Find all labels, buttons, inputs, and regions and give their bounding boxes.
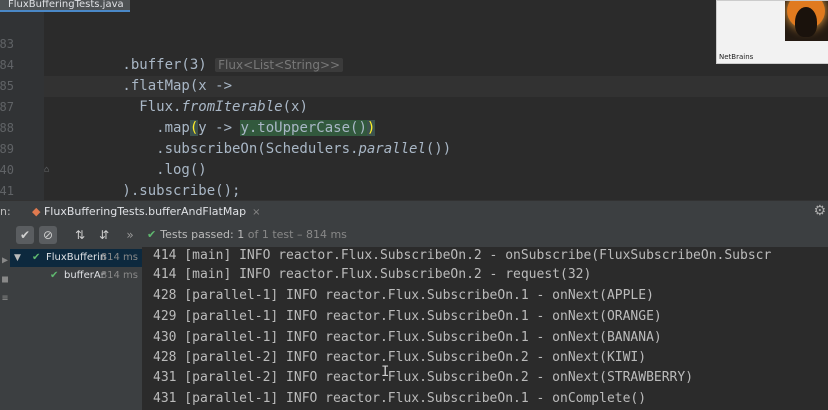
test-tree: ▼ ✔ FluxBufferin 814 ms ✔ bufferAr 814 m… — [10, 247, 142, 410]
status-count: 1 — [237, 228, 245, 241]
side-tool-strip: ▶ ■ ≡ — [0, 247, 10, 410]
code-text: ).subscribe(); — [55, 183, 241, 199]
check-icon: ✔ — [50, 270, 59, 281]
code-method-italic: parallel — [358, 141, 426, 157]
sort-alphabetically-button[interactable]: ⇅ — [71, 226, 89, 244]
log-line: 431 [parallel-1] INFO reactor.Flux.Subsc… — [153, 391, 647, 406]
test-tree-item[interactable]: ✔ bufferAr 814 ms — [10, 267, 142, 285]
rerun-icon[interactable]: ▶ — [0, 255, 10, 266]
test-status: ✔ Tests passed: 1 of 1 test – 814 ms — [147, 228, 347, 241]
log-line: 414 [main] INFO reactor.Flux.SubscribeOn… — [153, 267, 592, 282]
code-line[interactable]: 41 } ⌂ — [0, 160, 49, 198]
code-line[interactable]: 83 .buffer(3) Flux<List<String>> — [0, 13, 344, 73]
code-line[interactable]: 40 ).subscribe(); — [0, 139, 240, 199]
test-time: 814 ms — [100, 252, 138, 263]
code-text: y -> — [198, 120, 241, 136]
log-line: 428 [parallel-1] INFO reactor.Flux.Subsc… — [153, 288, 654, 303]
test-time: 814 ms — [100, 270, 138, 281]
code-editor[interactable]: FluxBufferingTests.java 83 .buffer(3) Fl… — [0, 0, 828, 200]
type-hint: Flux<List<String>> — [215, 58, 344, 72]
code-line[interactable]: 89 .log() — [0, 118, 207, 178]
code-text: .log() — [55, 162, 207, 178]
fold-marker-icon[interactable]: ⌂ — [44, 160, 49, 181]
code-text: .subscribeOn(Schedulers. — [55, 141, 359, 157]
code-line[interactable]: 84 .flatMap(x -> — [0, 34, 232, 94]
status-suffix: of 1 test – 814 ms — [247, 228, 347, 241]
run-tab-label: FluxBufferingTests.bufferAndFlatMap — [43, 205, 247, 218]
code-line-current[interactable]: 87 .map(y -> y.toUpperCase()) — [0, 76, 376, 136]
code-text: .buffer(3) — [55, 57, 216, 73]
show-passed-button[interactable]: ✔ — [16, 226, 34, 244]
webcam-label: NetBrains — [719, 53, 754, 61]
chevron-down-icon[interactable]: ▼ — [14, 249, 21, 267]
check-icon: ✔ — [147, 228, 157, 241]
test-tree-item[interactable]: ▼ ✔ FluxBufferin 814 ms — [10, 249, 142, 267]
more-actions-button[interactable]: » — [121, 226, 139, 244]
selected-text: y.toUpperCase() — [240, 120, 367, 136]
webcam-photo — [785, 1, 828, 41]
gear-icon[interactable]: ⚙ — [813, 203, 826, 219]
code-text: (x) — [282, 99, 308, 115]
run-label: n: — [0, 205, 11, 218]
java-test-icon: ◆ — [32, 205, 44, 218]
run-toolbar: ✔ ⊘ ⇅ ⇵ » ✔ Tests passed: 1 of 1 test – 8… — [0, 223, 828, 248]
run-panel-header: n: ◆ FluxBufferingTests.bufferAndFlatMap… — [0, 200, 828, 225]
test-name: FluxBufferin — [46, 252, 106, 263]
text-cursor-icon: I — [381, 364, 390, 380]
code-text: ()) — [425, 141, 452, 157]
show-ignored-button[interactable]: ⊘ — [39, 226, 57, 244]
log-line: 430 [parallel-1] INFO reactor.Flux.Subsc… — [153, 330, 662, 345]
print-icon[interactable]: ≡ — [0, 293, 10, 304]
code-line[interactable]: 85 Flux.fromIterable(x) — [0, 55, 308, 115]
code-line[interactable]: 42 — [0, 181, 34, 200]
status-prefix: Tests passed: — [160, 228, 234, 241]
code-line[interactable]: 88 .subscribeOn(Schedulers.parallel()) — [0, 97, 451, 157]
code-text: .flatMap(x -> — [55, 78, 233, 94]
console-output[interactable]: 414 [main] INFO reactor.Flux.SubscribeOn… — [142, 247, 828, 410]
code-method-italic: fromIterable — [181, 99, 283, 115]
webcam-overlay: NetBrains — [716, 0, 828, 64]
sort-by-duration-button[interactable]: ⇵ — [95, 226, 113, 244]
code-text: .map — [55, 120, 190, 136]
log-line: 429 [parallel-1] INFO reactor.Flux.Subsc… — [153, 309, 662, 324]
stop-icon[interactable]: ■ — [0, 274, 10, 285]
check-icon: ✔ — [32, 252, 41, 263]
log-line: 428 [parallel-2] INFO reactor.Flux.Subsc… — [153, 350, 647, 365]
log-line: 431 [parallel-2] INFO reactor.Flux.Subsc… — [153, 370, 694, 385]
code-text: Flux. — [55, 99, 182, 115]
run-tab[interactable]: ◆ FluxBufferingTests.bufferAndFlatMap × — [28, 201, 265, 225]
close-icon[interactable]: × — [252, 207, 260, 218]
matched-paren: ) — [366, 120, 376, 136]
file-tab[interactable]: FluxBufferingTests.java — [0, 0, 130, 12]
